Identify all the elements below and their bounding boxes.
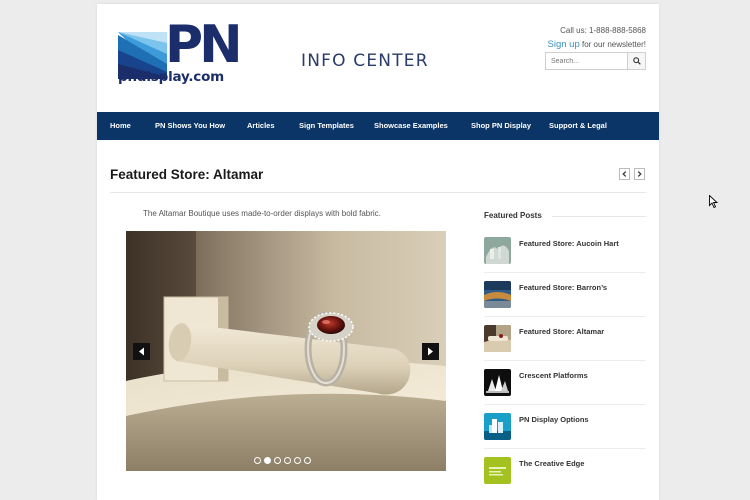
sidebar-heading-rule [552, 216, 646, 217]
post-divider [484, 316, 646, 317]
page-container: PN pndisplay.com INFO CENTER Call us: 1-… [97, 4, 659, 500]
post-divider [484, 404, 646, 405]
sidebar-heading: Featured Posts [484, 211, 542, 220]
post-thumbnail[interactable] [484, 457, 511, 484]
search-box [545, 52, 646, 70]
nav-item-shop-pn-display[interactable]: Shop PN Display [471, 121, 531, 130]
mouse-cursor-icon [709, 195, 718, 208]
post-divider [484, 448, 646, 449]
slider-dot[interactable] [294, 457, 301, 464]
newsletter-signup: Sign up for our newsletter! [548, 39, 646, 50]
logo-wordmark: PN [165, 15, 243, 75]
featured-post-item[interactable]: The Creative Edge [484, 457, 646, 500]
page-title: Featured Store: Altamar [110, 167, 264, 182]
slider-dot[interactable] [304, 457, 311, 464]
nav-item-pn-shows-you-how[interactable]: PN Shows You How [155, 121, 225, 130]
slider-dot[interactable] [254, 457, 261, 464]
chevron-right-icon [428, 347, 433, 356]
pn-display-logo[interactable]: PN pndisplay.com [118, 19, 268, 88]
post-thumbnail[interactable] [484, 237, 511, 264]
chevron-left-icon [622, 171, 627, 177]
post-thumbnail[interactable] [484, 413, 511, 440]
chevron-left-icon [139, 347, 144, 356]
slider-dot-active[interactable] [264, 457, 271, 464]
phone-number: Call us: 1-888-888-5868 [560, 26, 646, 35]
nav-item-home[interactable]: Home [110, 121, 131, 130]
post-title[interactable]: Crescent Platforms [519, 371, 588, 380]
slider-pagination [254, 457, 311, 464]
signup-link[interactable]: Sign up [548, 39, 580, 50]
slider-dot[interactable] [284, 457, 291, 464]
search-icon [632, 57, 641, 65]
post-divider [484, 360, 646, 361]
title-divider [110, 192, 646, 193]
slider-prev-button[interactable] [133, 343, 150, 360]
next-post-button[interactable] [634, 168, 645, 180]
slider-next-button[interactable] [422, 343, 439, 360]
post-divider [484, 272, 646, 273]
prev-post-button[interactable] [619, 168, 630, 180]
signup-text: for our newsletter! [579, 40, 646, 49]
post-title[interactable]: Featured Store: Aucoin Hart [519, 239, 619, 248]
search-input[interactable] [546, 53, 627, 69]
post-excerpt: The Altamar Boutique uses made-to-order … [143, 209, 381, 218]
post-title[interactable]: The Creative Edge [519, 459, 584, 468]
featured-post-item[interactable]: Featured Store: Altamar [484, 325, 646, 369]
post-title[interactable]: PN Display Options [519, 415, 589, 424]
post-title[interactable]: Featured Store: Altamar [519, 327, 604, 336]
site-section-title: INFO CENTER [301, 51, 429, 71]
post-thumbnail[interactable] [484, 281, 511, 308]
logo-url: pndisplay.com [118, 69, 225, 85]
featured-post-item[interactable]: PN Display Options [484, 413, 646, 457]
featured-post-item[interactable]: Featured Store: Aucoin Hart [484, 237, 646, 281]
post-thumbnail[interactable] [484, 369, 511, 396]
search-button[interactable] [627, 53, 645, 69]
nav-item-showcase-examples[interactable]: Showcase Examples [374, 121, 448, 130]
post-title[interactable]: Featured Store: Barron’s [519, 283, 607, 292]
nav-item-sign-templates[interactable]: Sign Templates [299, 121, 354, 130]
post-thumbnail[interactable] [484, 325, 511, 352]
slider-dot[interactable] [274, 457, 281, 464]
nav-item-support-legal[interactable]: Support & Legal [549, 121, 607, 130]
nav-item-articles[interactable]: Articles [247, 121, 275, 130]
main-nav: Home PN Shows You How Articles Sign Temp… [97, 112, 659, 140]
featured-post-item[interactable]: Featured Store: Barron’s [484, 281, 646, 325]
image-slider[interactable] [126, 231, 446, 471]
chevron-right-icon [637, 171, 642, 177]
featured-post-item[interactable]: Crescent Platforms [484, 369, 646, 413]
ring-display-photo [126, 231, 446, 471]
